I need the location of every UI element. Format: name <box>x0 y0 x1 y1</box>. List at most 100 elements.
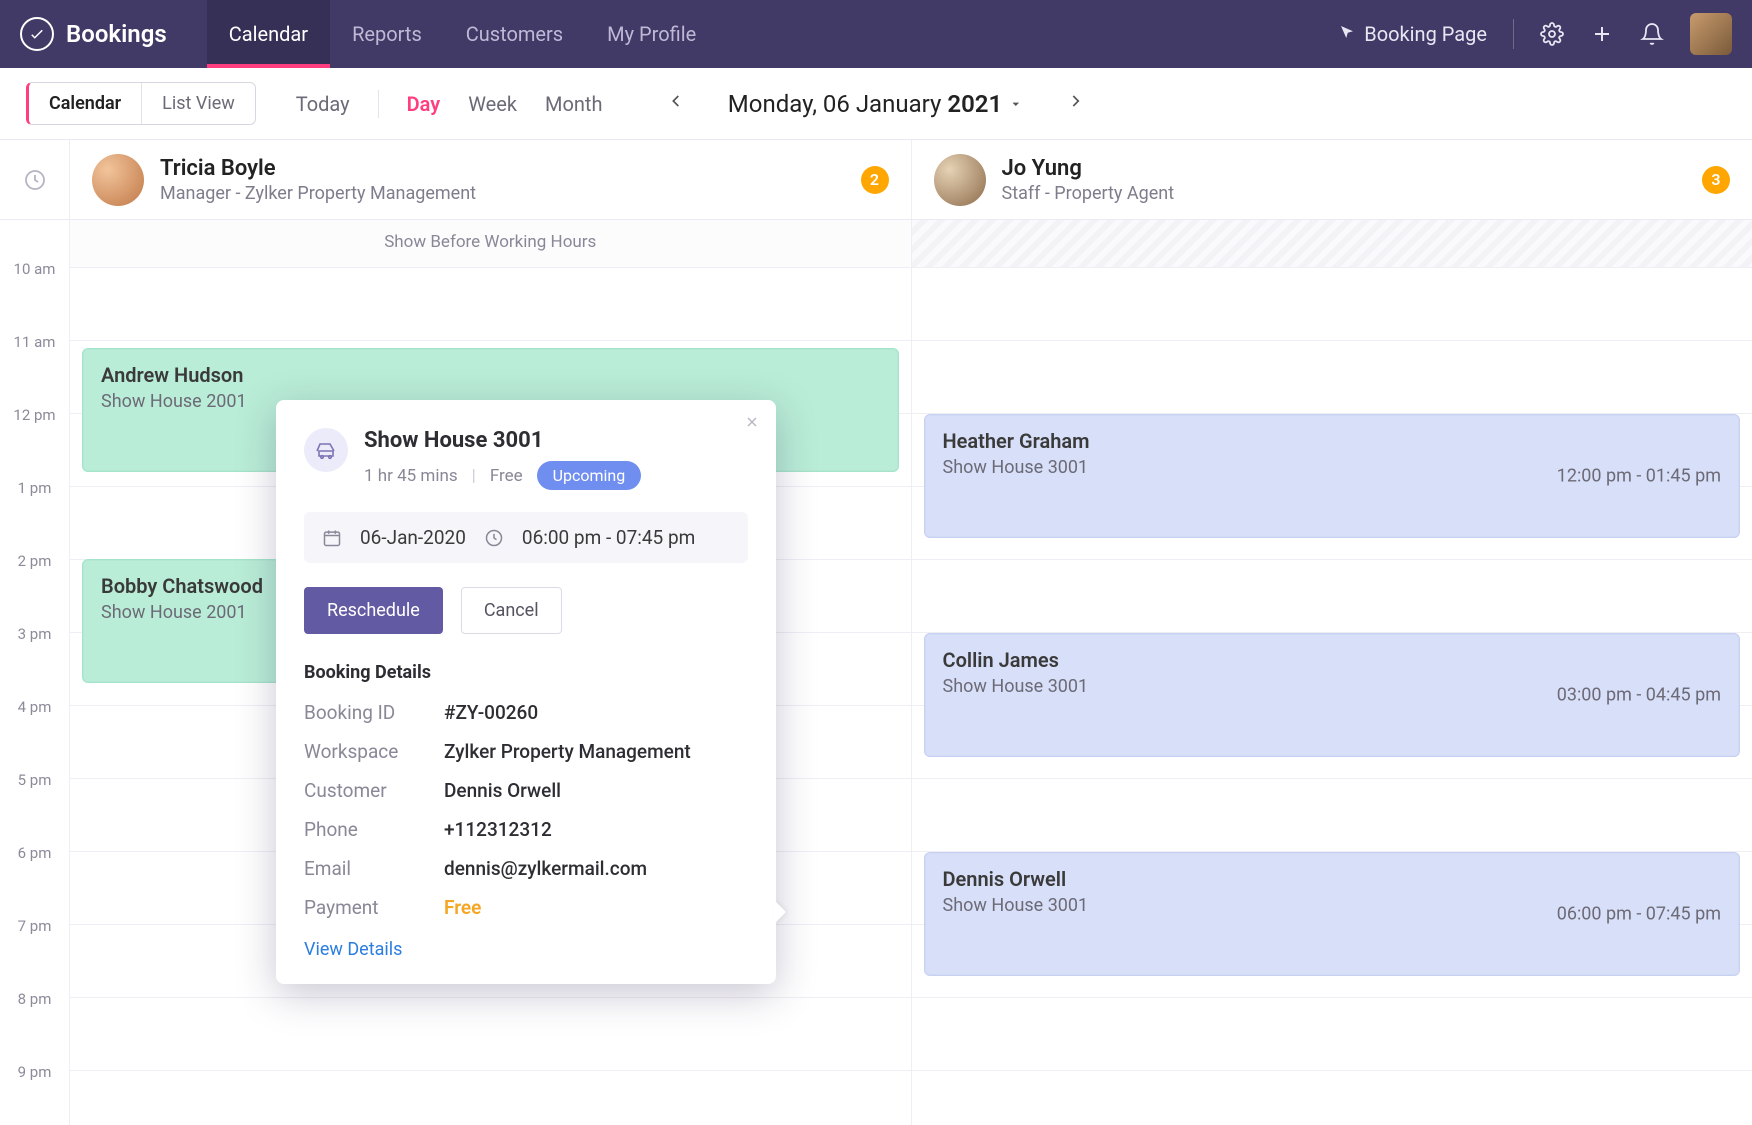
popover-datetime: 06-Jan-2020 06:00 pm - 07:45 pm <box>304 512 748 563</box>
range-label: Week <box>468 92 517 116</box>
settings-icon[interactable] <box>1540 22 1564 46</box>
hour-label: 10 am <box>0 268 69 341</box>
event-title: Collin James <box>943 648 1722 672</box>
pre-working-hours[interactable]: Show Before Working Hours <box>70 220 911 268</box>
nav-tab-myprofile[interactable]: My Profile <box>585 0 718 68</box>
event-title: Dennis Orwell <box>943 867 1722 891</box>
staff-column-header[interactable]: Jo Yung Staff - Property Agent 3 <box>912 140 1752 219</box>
cursor-icon <box>1338 22 1356 46</box>
hour-label: 2 pm <box>0 560 69 633</box>
field-value: Dennis Orwell <box>444 779 748 802</box>
event-time: 03:00 pm - 04:45 pm <box>1557 685 1721 706</box>
popover-duration: 1 hr 45 mins <box>364 466 458 486</box>
hour-label: 9 pm <box>0 1071 69 1125</box>
plus-icon[interactable] <box>1590 22 1614 46</box>
nav-tab-calendar[interactable]: Calendar <box>207 0 330 68</box>
time-gutter: 10 am 11 am 12 pm 1 pm 2 pm 3 pm 4 pm 5 … <box>0 220 70 1125</box>
event-title: Andrew Hudson <box>101 363 880 387</box>
booking-details: Booking ID #ZY-00260 Workspace Zylker Pr… <box>304 701 748 919</box>
pre-working-hours[interactable] <box>912 220 1752 268</box>
hour-label: 4 pm <box>0 706 69 779</box>
field-label: Phone <box>304 818 444 841</box>
staff-column-header[interactable]: Tricia Boyle Manager - Zylker Property M… <box>70 140 912 219</box>
chevron-right-icon <box>1066 91 1086 111</box>
popover-meta: 1 hr 45 mins | Free Upcoming <box>364 461 748 490</box>
field-label: Email <box>304 857 444 880</box>
user-avatar[interactable] <box>1690 13 1732 55</box>
bell-icon[interactable] <box>1640 22 1664 46</box>
hour-label: 7 pm <box>0 925 69 998</box>
staff-count-badge: 3 <box>1702 166 1730 194</box>
popover-title: Show House 3001 <box>364 428 748 453</box>
hour-label: 6 pm <box>0 852 69 925</box>
hour-label: 12 pm <box>0 414 69 487</box>
next-day-button[interactable] <box>1060 85 1092 122</box>
range-month[interactable]: Month <box>545 92 602 116</box>
view-toggle-calendar[interactable]: Calendar <box>29 83 141 124</box>
calendar-event[interactable]: Dennis Orwell Show House 3001 06:00 pm -… <box>924 852 1741 976</box>
calendar-grid: 10 am 11 am 12 pm 1 pm 2 pm 3 pm 4 pm 5 … <box>0 220 1752 1125</box>
event-time: 12:00 pm - 01:45 pm <box>1557 466 1721 487</box>
nav-tab-label: Reports <box>352 22 422 46</box>
calendar-icon <box>322 528 342 548</box>
nav-tab-customers[interactable]: Customers <box>444 0 585 68</box>
range-group: Today Day Week Month <box>296 90 603 118</box>
meta-separator: | <box>472 466 476 486</box>
view-toggle-list[interactable]: List View <box>141 83 255 124</box>
section-title: Booking Details <box>304 662 748 683</box>
popover-header: Show House 3001 1 hr 45 mins | Free Upco… <box>304 428 748 490</box>
staff-info: Tricia Boyle Manager - Zylker Property M… <box>160 156 476 204</box>
field-label: Workspace <box>304 740 444 763</box>
range-week[interactable]: Week <box>468 92 517 116</box>
button-label: Cancel <box>484 600 539 621</box>
close-button[interactable] <box>744 414 760 435</box>
popover-price: Free <box>490 466 523 486</box>
popover-date: 06-Jan-2020 <box>360 526 466 549</box>
prev-day-button[interactable] <box>660 85 692 122</box>
staff-role: Manager - Zylker Property Management <box>160 183 476 204</box>
clock-icon <box>484 528 504 548</box>
calendar-column[interactable]: Heather Graham Show House 3001 12:00 pm … <box>912 220 1752 1125</box>
field-label: Booking ID <box>304 701 444 724</box>
booking-page-link[interactable]: Booking Page <box>1338 22 1487 46</box>
range-day[interactable]: Day <box>407 92 441 116</box>
staff-role: Staff - Property Agent <box>1002 183 1175 204</box>
field-value: Free <box>444 896 748 919</box>
clock-icon <box>23 168 47 192</box>
field-value: Zylker Property Management <box>444 740 748 763</box>
reschedule-button[interactable]: Reschedule <box>304 587 443 634</box>
booking-popover: Show House 3001 1 hr 45 mins | Free Upco… <box>276 400 776 984</box>
range-label: Month <box>545 92 602 116</box>
nav-tab-label: Customers <box>466 22 563 46</box>
top-nav: Bookings Calendar Reports Customers My P… <box>0 0 1752 68</box>
event-title: Heather Graham <box>943 429 1722 453</box>
hour-label: 11 am <box>0 341 69 414</box>
popover-time: 06:00 pm - 07:45 pm <box>522 526 695 549</box>
date-year: 2021 <box>947 90 1002 118</box>
hour-label: 8 pm <box>0 998 69 1071</box>
top-nav-right: Booking Page <box>1338 13 1732 55</box>
current-date[interactable]: Monday, 06 January 2021 <box>728 90 1024 118</box>
nav-tab-label: Calendar <box>229 22 308 46</box>
view-details-link[interactable]: View Details <box>304 939 748 960</box>
popover-actions: Reschedule Cancel <box>304 587 748 634</box>
show-before-label: Show Before Working Hours <box>70 232 911 252</box>
nav-tab-reports[interactable]: Reports <box>330 0 444 68</box>
segment-label: Calendar <box>49 93 121 114</box>
calendar-event[interactable]: Collin James Show House 3001 03:00 pm - … <box>924 633 1741 757</box>
range-divider <box>378 90 379 118</box>
staff-avatar <box>934 154 986 206</box>
field-value: +112312312 <box>444 818 748 841</box>
today-button[interactable]: Today <box>296 92 350 116</box>
staff-avatar <box>92 154 144 206</box>
staff-name: Jo Yung <box>1002 156 1175 181</box>
date-picker: Monday, 06 January 2021 <box>660 85 1092 122</box>
staff-name: Tricia Boyle <box>160 156 476 181</box>
calendar-toolbar: Calendar List View Today Day Week Month … <box>0 68 1752 140</box>
hour-label: 5 pm <box>0 779 69 852</box>
view-toggle: Calendar List View <box>26 82 256 125</box>
hour-label: 3 pm <box>0 633 69 706</box>
staff-count-badge: 2 <box>861 166 889 194</box>
cancel-button[interactable]: Cancel <box>461 587 562 634</box>
calendar-event[interactable]: Heather Graham Show House 3001 12:00 pm … <box>924 414 1741 538</box>
